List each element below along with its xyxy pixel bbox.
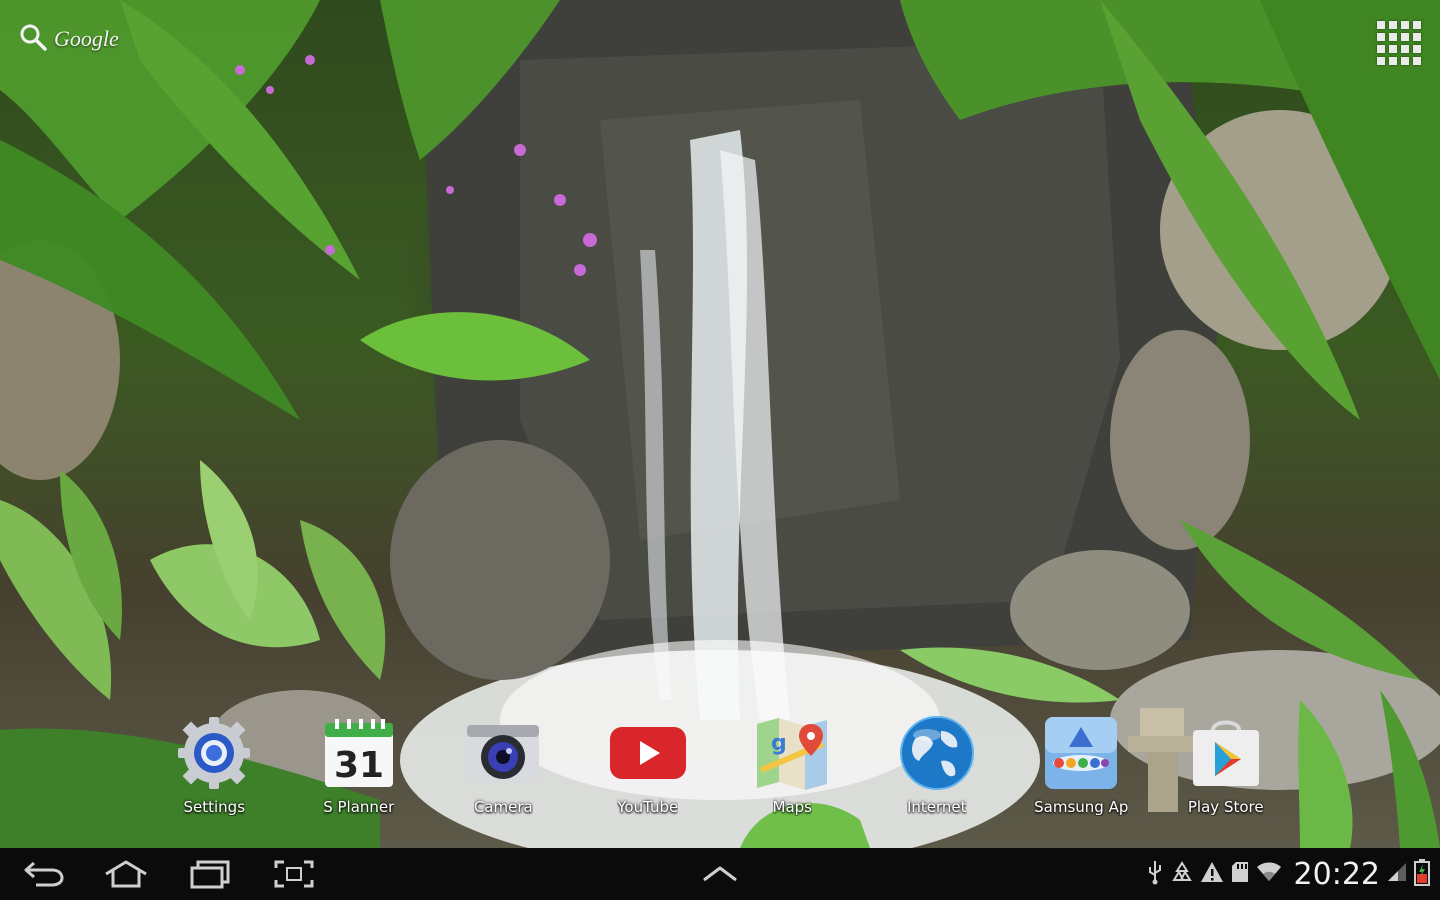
apps-grid-icon[interactable]	[1374, 18, 1421, 65]
globe-icon[interactable]	[896, 712, 978, 794]
settings-icon[interactable]	[173, 712, 255, 794]
usb-icon	[1146, 859, 1164, 889]
screenshot-icon[interactable]	[268, 856, 320, 892]
app-label: S Planner	[323, 798, 395, 816]
google-search-label[interactable]: Google	[54, 26, 119, 52]
camera-icon[interactable]	[462, 712, 544, 794]
calendar-date: 31	[334, 745, 384, 786]
svg-text:g: g	[771, 731, 787, 756]
status-area[interactable]: 20:22	[1146, 854, 1430, 894]
app-label: Camera	[473, 798, 533, 816]
samsung-apps-icon[interactable]	[1040, 712, 1122, 794]
recent-apps-icon[interactable]	[184, 856, 236, 892]
app-settings[interactable]: Settings	[142, 712, 287, 822]
warning-icon	[1200, 860, 1224, 888]
app-label: YouTube	[617, 798, 679, 816]
search-icon[interactable]	[18, 22, 48, 56]
home-screen-shortcuts: Settings 31 S Planner Camera YouTube g M…	[142, 712, 1298, 822]
signal-icon	[1386, 861, 1408, 887]
back-icon[interactable]	[18, 856, 70, 892]
calendar-icon[interactable]: 31	[318, 712, 400, 794]
maps-icon[interactable]: g	[751, 712, 833, 794]
home-icon[interactable]	[100, 856, 152, 892]
battery-icon	[1414, 858, 1430, 890]
wifi-icon	[1256, 861, 1282, 887]
google-search-widget[interactable]: Google	[18, 22, 119, 56]
chevron-up-icon[interactable]	[694, 856, 746, 892]
app-youtube[interactable]: YouTube	[576, 712, 721, 822]
youtube-icon[interactable]	[607, 712, 689, 794]
app-play-store[interactable]: Play Store	[1154, 712, 1299, 822]
clock[interactable]: 20:22	[1294, 857, 1380, 892]
app-label: Internet	[906, 798, 967, 816]
app-maps[interactable]: g Maps	[720, 712, 865, 822]
recycle-icon	[1170, 860, 1194, 888]
sd-card-icon	[1230, 860, 1250, 888]
app-label: Maps	[772, 798, 812, 816]
app-internet[interactable]: Internet	[865, 712, 1010, 822]
app-s-planner[interactable]: 31 S Planner	[287, 712, 432, 822]
app-label: Samsung Ap	[1034, 798, 1129, 816]
app-label: Play Store	[1187, 798, 1264, 816]
app-samsung-apps[interactable]: Samsung Ap	[1009, 712, 1154, 822]
play-store-icon[interactable]	[1185, 712, 1267, 794]
app-label: Settings	[183, 798, 246, 816]
system-navigation-bar: 20:22	[0, 848, 1440, 900]
app-camera[interactable]: Camera	[431, 712, 576, 822]
